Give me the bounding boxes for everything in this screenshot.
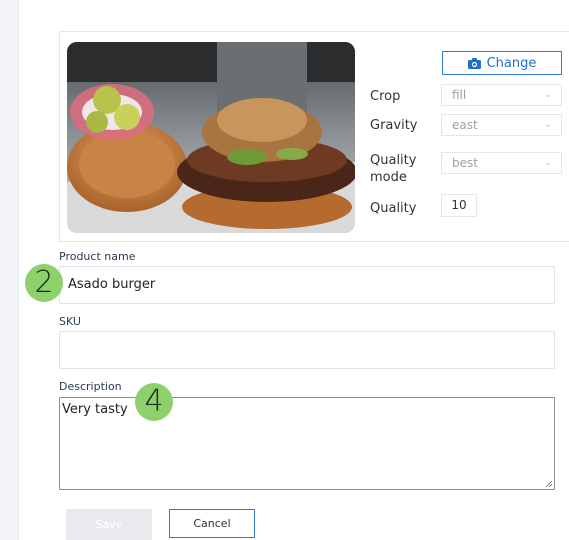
gravity-label: Gravity (370, 118, 418, 133)
chevron-down-icon: ⌄ (544, 90, 552, 100)
gravity-select-value: east (452, 118, 478, 132)
step-badge-4: 4 (135, 383, 173, 421)
quality-mode-label-line1: Quality (370, 153, 417, 168)
description-textarea[interactable]: Very tasty (59, 397, 555, 490)
chevron-down-icon: ⌄ (544, 158, 552, 168)
crop-select-value: fill (452, 88, 467, 102)
sku-label: SKU (59, 315, 81, 328)
cancel-button[interactable]: Cancel (169, 509, 255, 538)
crop-label: Crop (370, 89, 401, 104)
quality-input[interactable]: 10 (441, 194, 477, 217)
crop-select[interactable]: fill ⌄ (441, 84, 562, 106)
product-photo[interactable] (67, 42, 355, 233)
save-button[interactable]: Save (66, 509, 152, 540)
quality-mode-label-line2: mode (370, 170, 407, 185)
resize-handle-icon[interactable] (545, 480, 553, 488)
image-settings-card: Change Crop fill ⌄ Gravity east ⌄ Qualit… (59, 31, 569, 242)
gravity-select[interactable]: east ⌄ (441, 114, 562, 136)
change-button-label: Change (486, 55, 537, 71)
quality-mode-label: Quality mode (370, 152, 416, 186)
burger-photo-icon (67, 42, 355, 233)
description-label: Description (59, 380, 122, 393)
change-image-button[interactable]: Change (442, 51, 562, 75)
sku-input[interactable] (59, 331, 555, 369)
product-name-input[interactable]: Asado burger (59, 266, 555, 304)
camera-icon (467, 57, 481, 69)
quality-mode-select[interactable]: best ⌄ (441, 152, 562, 174)
description-value: Very tasty (62, 402, 128, 417)
quality-label: Quality (370, 201, 417, 216)
chevron-down-icon: ⌄ (544, 120, 552, 130)
product-name-label: Product name (59, 250, 136, 263)
step-badge-2: 2 (25, 264, 63, 302)
quality-mode-select-value: best (452, 156, 478, 170)
